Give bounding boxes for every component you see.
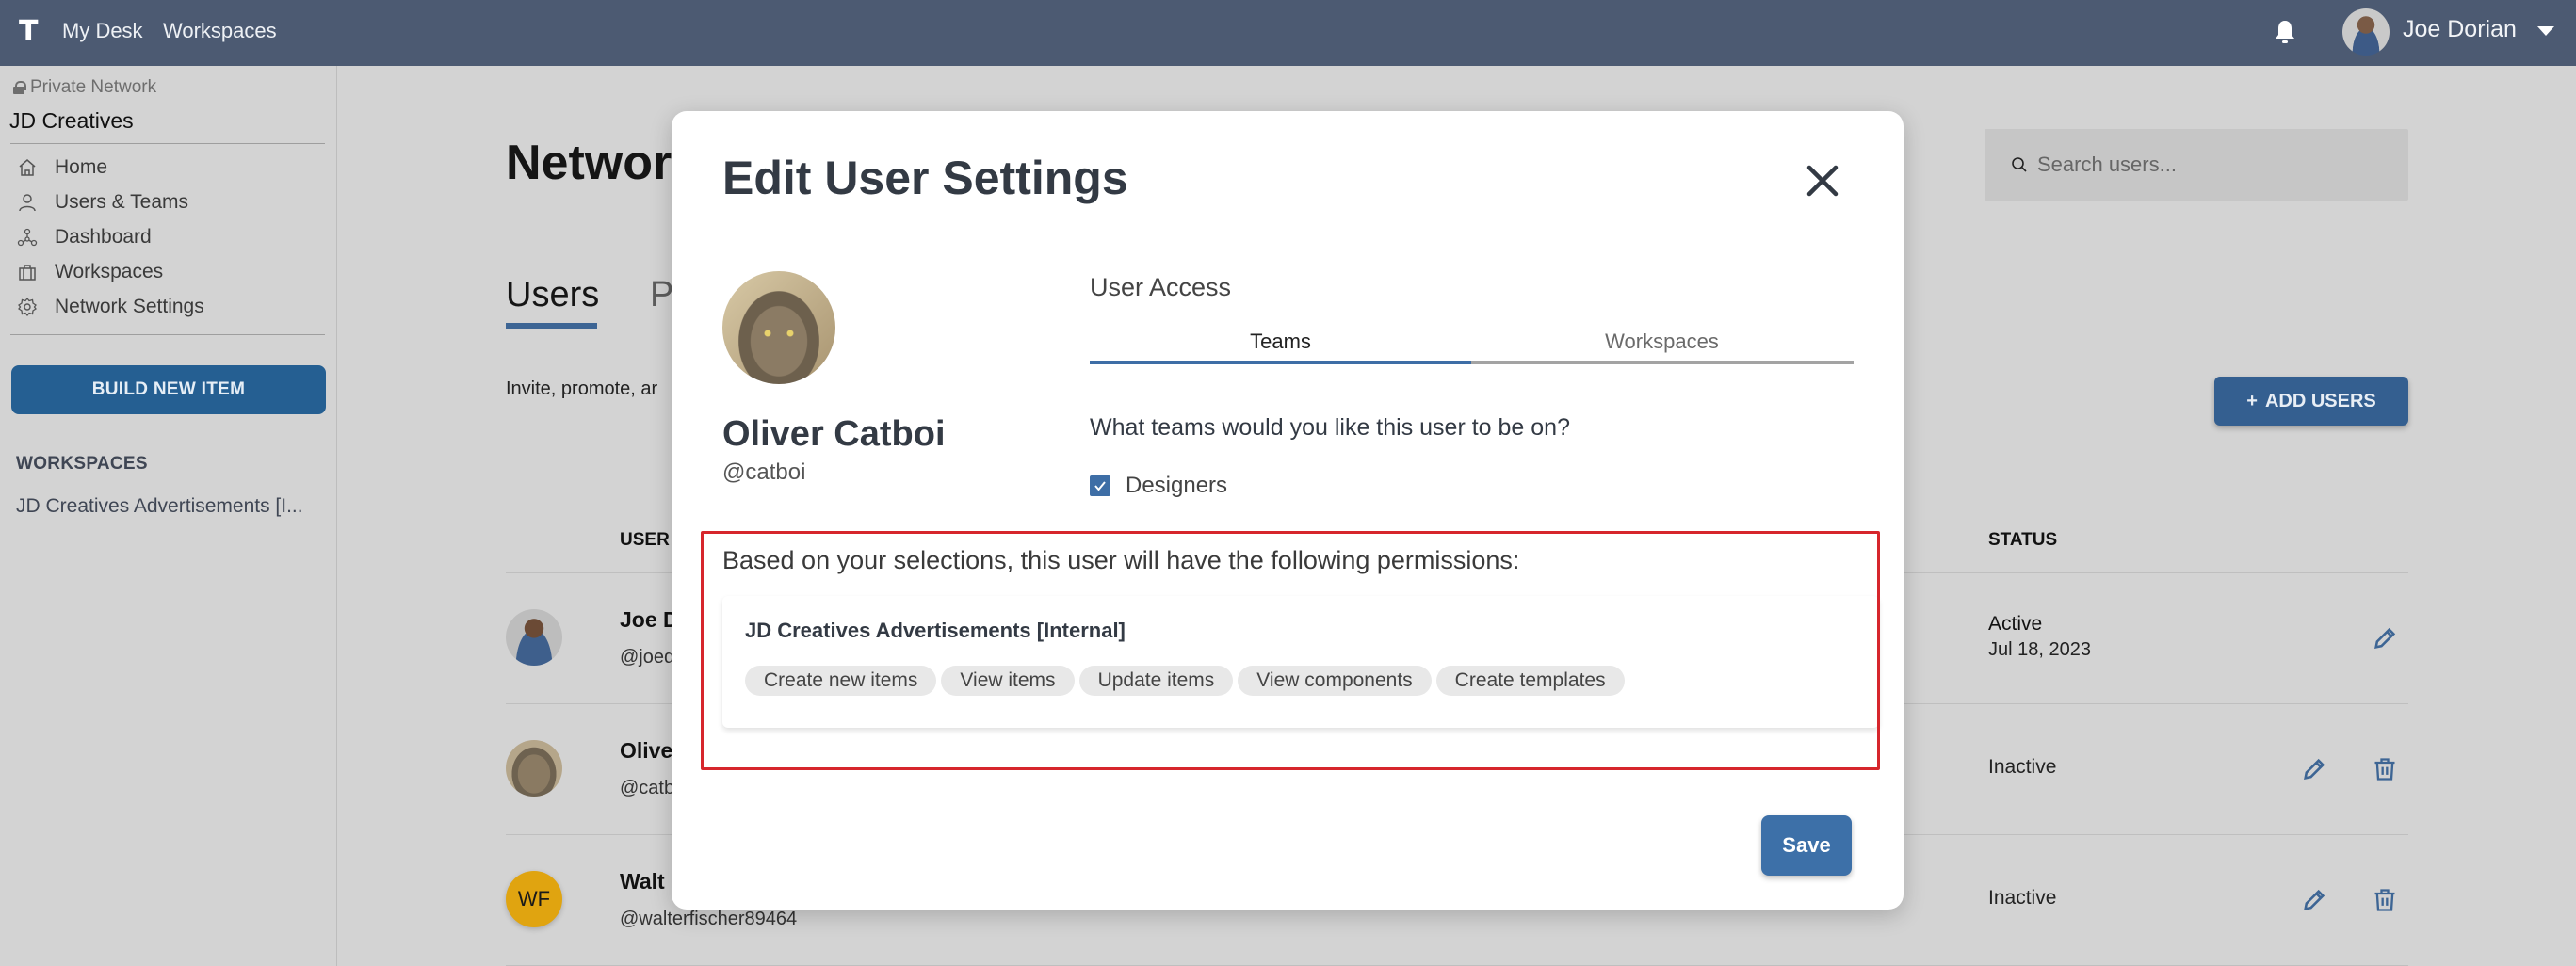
permission-workspace-name: JD Creatives Advertisements [Internal]	[745, 619, 1126, 642]
search-input[interactable]	[2037, 153, 2376, 177]
status-badge: Inactive	[1988, 887, 2057, 909]
permission-chip: Update items	[1078, 666, 1234, 696]
network-icon	[17, 228, 38, 247]
page-title: Networ	[506, 136, 672, 190]
sidebar-item-label: Network Settings	[55, 296, 204, 317]
sidebar-item-label: Workspaces	[55, 261, 164, 282]
edit-icon[interactable]	[2372, 625, 2398, 652]
plus-icon: +	[2246, 390, 2258, 411]
divider	[10, 143, 325, 144]
workspaces-heading: WORKSPACES	[16, 454, 148, 474]
tab-second[interactable]: P	[650, 275, 673, 315]
sidebar-item-users-teams[interactable]: Users & Teams	[17, 191, 188, 214]
sidebar-item-workspaces[interactable]: Workspaces	[17, 261, 163, 283]
user-handle: @joed	[620, 647, 675, 668]
close-icon[interactable]	[1804, 162, 1841, 200]
trash-icon[interactable]	[2372, 887, 2398, 913]
status-badge: Inactive	[1988, 756, 2057, 778]
user-name: Olive	[620, 738, 673, 763]
tab-workspaces[interactable]: Workspaces	[1471, 330, 1853, 354]
user-name: Joe D	[620, 607, 679, 632]
modal-user-name: Oliver Catboi	[722, 414, 946, 454]
tab-teams[interactable]: Teams	[1090, 330, 1471, 354]
avatar: WF	[506, 871, 562, 927]
user-handle: @catb	[620, 778, 675, 798]
permission-chip: Create new items	[745, 666, 937, 696]
search-box[interactable]	[1985, 129, 2408, 201]
team-label: Designers	[1126, 473, 1228, 498]
avatar	[506, 740, 562, 797]
lock-icon	[13, 81, 26, 94]
modal-user-handle: @catboi	[722, 459, 806, 485]
trash-icon[interactable]	[2372, 756, 2398, 782]
edit-icon[interactable]	[2301, 887, 2327, 913]
team-checkbox-designers[interactable]: Designers	[1090, 473, 1227, 499]
network-type-label: Private Network	[30, 77, 157, 97]
edit-user-modal: Edit User Settings Oliver Catboi @catboi…	[672, 111, 1904, 910]
home-icon	[19, 159, 36, 176]
active-tab-indicator	[1090, 361, 1471, 364]
tab-users[interactable]: Users	[506, 275, 599, 315]
status-badge: Active	[1988, 613, 2043, 635]
user-icon	[19, 194, 36, 212]
permissions-card: JD Creatives Advertisements [Internal] C…	[722, 596, 1879, 728]
user-access-label: User Access	[1090, 273, 1232, 301]
checkbox-checked[interactable]	[1090, 475, 1110, 496]
check-icon	[1094, 481, 1106, 491]
column-header-status[interactable]: STATUS	[1988, 530, 2057, 551]
permission-chips: Create new items View items Update items…	[745, 666, 1625, 696]
user-avatar[interactable]	[2342, 8, 2390, 56]
sidebar-workspace-item[interactable]: JD Creatives Advertisements [I...	[16, 495, 303, 518]
divider	[10, 334, 325, 335]
status-date: Jul 18, 2023	[1988, 639, 2091, 660]
column-header-user[interactable]: USER	[620, 530, 670, 551]
active-tab-indicator	[506, 323, 597, 329]
gear-icon	[18, 297, 37, 317]
sidebar-item-home[interactable]: Home	[17, 156, 107, 179]
app-logo[interactable]: T	[19, 15, 38, 48]
sidebar-item-label: Users & Teams	[55, 191, 188, 213]
edit-icon[interactable]	[2301, 756, 2327, 782]
add-users-label: ADD USERS	[2264, 390, 2376, 411]
modal-title: Edit User Settings	[722, 152, 1128, 204]
add-users-button[interactable]: + ADD USERS	[2214, 377, 2408, 426]
user-avatar	[722, 271, 835, 384]
bell-icon[interactable]	[2275, 19, 2295, 45]
permission-chip: Create templates	[1435, 666, 1625, 696]
nav-my-desk[interactable]: My Desk	[62, 19, 143, 43]
org-name: JD Creatives	[9, 108, 134, 133]
search-icon	[2012, 157, 2027, 172]
build-new-item-button[interactable]: BUILD NEW ITEM	[11, 365, 326, 414]
save-button[interactable]: Save	[1761, 815, 1852, 876]
user-name[interactable]: Joe Dorian	[2403, 16, 2517, 43]
sidebar-item-dashboard[interactable]: Dashboard	[17, 226, 152, 249]
sidebar-item-network-settings[interactable]: Network Settings	[17, 296, 204, 318]
sidebar-item-label: Home	[55, 156, 108, 178]
user-handle: @walterfischer89464	[620, 909, 798, 929]
sidebar: Private Network JD Creatives Home Users …	[0, 66, 337, 966]
permissions-intro: Based on your selections, this user will…	[722, 546, 1520, 574]
user-name: Walt	[620, 869, 665, 894]
sidebar-item-label: Dashboard	[55, 226, 152, 248]
permission-chip: View items	[941, 666, 1075, 696]
tab-track	[1471, 361, 1854, 364]
caret-down-icon[interactable]	[2537, 26, 2554, 36]
briefcase-icon	[19, 265, 36, 281]
nav-workspaces[interactable]: Workspaces	[163, 19, 277, 43]
network-type: Private Network	[13, 77, 156, 98]
permission-chip: View components	[1238, 666, 1432, 696]
page-description: Invite, promote, ar	[506, 378, 658, 399]
avatar	[506, 609, 562, 666]
teams-question: What teams would you like this user to b…	[1090, 414, 1570, 441]
top-bar: T My Desk Workspaces Joe Dorian	[0, 0, 2576, 66]
